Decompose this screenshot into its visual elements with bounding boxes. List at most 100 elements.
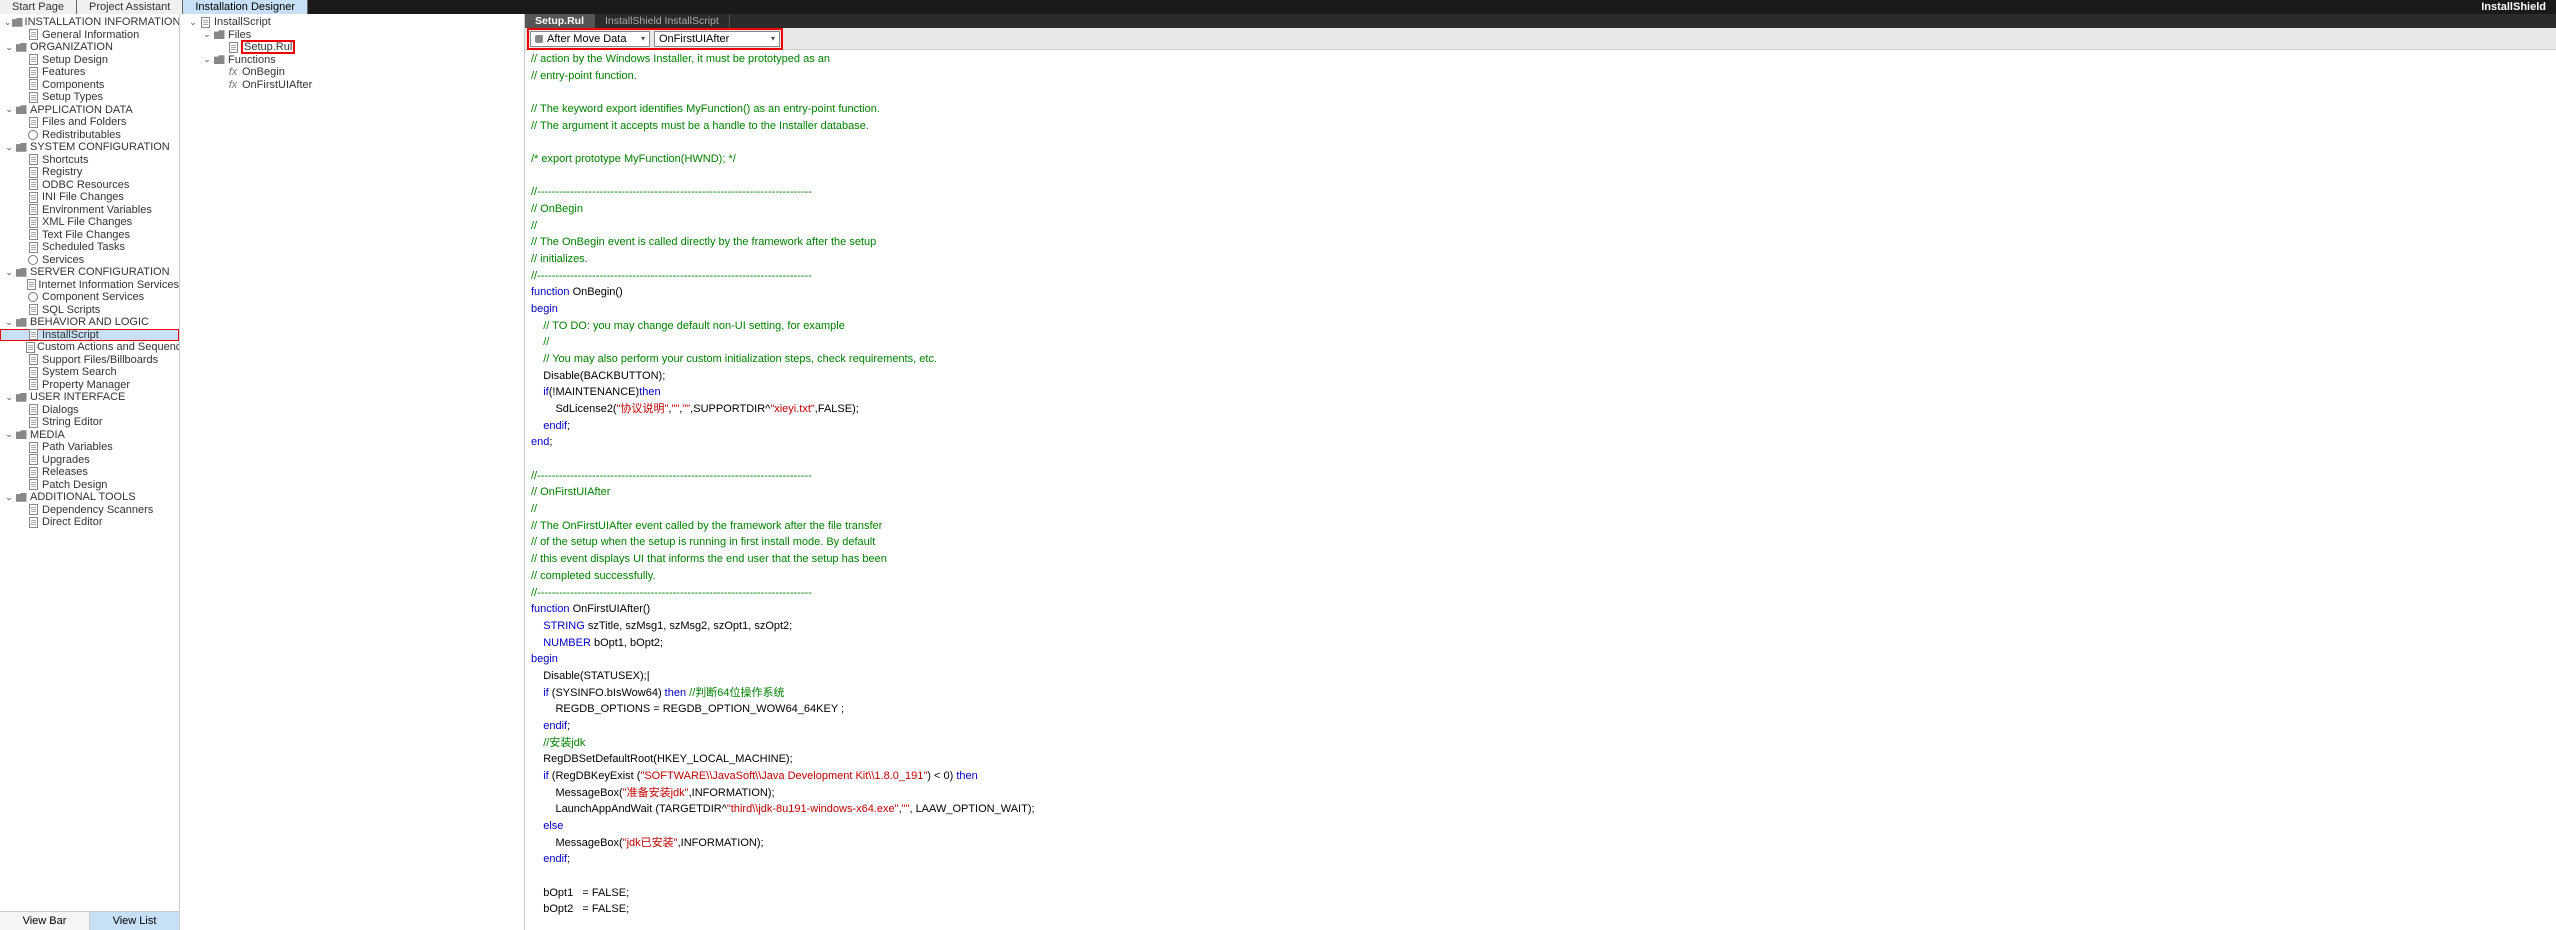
nav-item-ini-file-changes[interactable]: INI File Changes — [0, 191, 179, 204]
page-icon — [26, 504, 40, 515]
folder-icon — [212, 54, 226, 65]
nav-item-registry[interactable]: Registry — [0, 166, 179, 179]
nav-group-application-data[interactable]: ⌄APPLICATION DATA — [0, 104, 179, 117]
collapse-icon[interactable]: ⌄ — [4, 392, 14, 403]
nav-item-path-variables[interactable]: Path Variables — [0, 441, 179, 454]
nav-group-additional-tools[interactable]: ⌄ ADDITIONAL TOOLS — [0, 491, 179, 504]
nav-item-support-files-billboards[interactable]: Support Files/Billboards — [0, 354, 179, 367]
nav-item-custom-actions-and-sequences[interactable]: Custom Actions and Sequences — [0, 341, 179, 354]
nav-item-label: Services — [42, 254, 84, 266]
collapse-icon[interactable]: ⌄ — [4, 317, 14, 328]
main-tab-installation-designer[interactable]: Installation Designer — [183, 0, 308, 14]
nav-item-internet-information-services[interactable]: Internet Information Services — [0, 279, 179, 292]
nav-item-installscript[interactable]: InstallScript — [0, 329, 179, 342]
nav-item-scheduled-tasks[interactable]: Scheduled Tasks — [0, 241, 179, 254]
nav-item-patch-design[interactable]: Patch Design — [0, 479, 179, 492]
nav-item-label: Components — [42, 79, 104, 91]
function-icon: fx — [226, 67, 240, 78]
nav-item-system-search[interactable]: System Search — [0, 366, 179, 379]
nav-group-user-interface[interactable]: ⌄USER INTERFACE — [0, 391, 179, 404]
collapse-icon[interactable]: ⌄ — [4, 267, 14, 278]
nav-item-label: Property Manager — [42, 379, 130, 391]
collapse-icon[interactable]: ⌄ — [4, 429, 14, 440]
nav-item-string-editor[interactable]: String Editor — [0, 416, 179, 429]
group-label: MEDIA — [30, 429, 65, 441]
setup-rul-file[interactable]: Setup.Rul — [180, 41, 524, 54]
collapse-icon[interactable]: ⌄ — [202, 54, 212, 65]
page-icon — [26, 229, 40, 240]
nav-item-label: Upgrades — [42, 454, 90, 466]
nav-item-components[interactable]: Components — [0, 79, 179, 92]
event-category-dropdown[interactable]: After Move Data ▾ — [530, 31, 650, 47]
page-icon — [26, 354, 40, 365]
page-icon — [26, 442, 40, 453]
fn-onfirstuiafter[interactable]: fx OnFirstUIAfter — [180, 79, 524, 92]
nav-item-dialogs[interactable]: Dialogs — [0, 404, 179, 417]
nav-item-label: Component Services — [42, 291, 144, 303]
nav-item-component-services[interactable]: Component Services — [0, 291, 179, 304]
main-tab-start-page[interactable]: Start Page — [0, 0, 77, 14]
collapse-icon[interactable]: ⌄ — [4, 104, 14, 115]
nav-item-features[interactable]: Features — [0, 66, 179, 79]
nav-item-label: Dependency Scanners — [42, 504, 153, 516]
nav-item-text-file-changes[interactable]: Text File Changes — [0, 229, 179, 242]
nav-item-setup-types[interactable]: Setup Types — [0, 91, 179, 104]
event-selector-row: After Move Data ▾ OnFirstUIAfter ▾ — [525, 28, 2556, 50]
nav-item-releases[interactable]: Releases — [0, 466, 179, 479]
file-icon — [226, 42, 240, 53]
nav-item-xml-file-changes[interactable]: XML File Changes — [0, 216, 179, 229]
view-bar-button[interactable]: View Bar — [0, 912, 90, 930]
page-icon — [26, 454, 40, 465]
nav-item-label: Text File Changes — [42, 229, 130, 241]
nav-item-label: Setup Design — [42, 54, 108, 66]
nav-group-installation-information[interactable]: ⌄INSTALLATION INFORMATION — [0, 16, 179, 29]
code-editor[interactable]: // action by the Windows Installer, it m… — [525, 50, 2556, 930]
nav-item-general-information[interactable]: General Information — [0, 29, 179, 42]
nav-item-upgrades[interactable]: Upgrades — [0, 454, 179, 467]
nav-item-label: String Editor — [42, 416, 103, 428]
fn-onbegin[interactable]: fx OnBegin — [180, 66, 524, 79]
nav-group-system-configuration[interactable]: ⌄ SYSTEM CONFIGURATION — [0, 141, 179, 154]
event-name-dropdown[interactable]: OnFirstUIAfter ▾ — [654, 31, 780, 47]
folder-icon — [14, 42, 28, 53]
nav-group-server-configuration[interactable]: ⌄ SERVER CONFIGURATION — [0, 266, 179, 279]
nav-item-shortcuts[interactable]: Shortcuts — [0, 154, 179, 167]
group-label: ADDITIONAL TOOLS — [30, 491, 136, 503]
file-tab-setup-rul[interactable]: Setup.Rul — [525, 14, 595, 28]
nav-item-label: Redistributables — [42, 129, 121, 141]
nav-item-redistributables[interactable]: Redistributables — [0, 129, 179, 142]
nav-group-media[interactable]: ⌄ MEDIA — [0, 429, 179, 442]
nav-item-property-manager[interactable]: Property Manager — [0, 379, 179, 392]
nav-item-files-and-folders[interactable]: Files and Folders — [0, 116, 179, 129]
collapse-icon[interactable]: ⌄ — [4, 17, 12, 28]
nav-group-behavior-and-logic[interactable]: ⌄BEHAVIOR AND LOGIC — [0, 316, 179, 329]
chevron-down-icon: ▾ — [771, 34, 775, 43]
nav-item-label: Scheduled Tasks — [42, 241, 125, 253]
collapse-icon[interactable]: ⌄ — [202, 29, 212, 40]
nav-item-direct-editor[interactable]: Direct Editor — [0, 516, 179, 529]
files-folder[interactable]: ⌄ Files — [180, 29, 524, 42]
nav-item-dependency-scanners[interactable]: Dependency Scanners — [0, 504, 179, 517]
page-icon — [26, 154, 40, 165]
collapse-icon[interactable]: ⌄ — [188, 17, 198, 28]
setup-rul-label: Setup.Rul — [242, 41, 294, 53]
main-tab-project-assistant[interactable]: Project Assistant — [77, 0, 183, 14]
page-icon — [26, 417, 40, 428]
nav-item-odbc-resources[interactable]: ODBC Resources — [0, 179, 179, 192]
page-icon — [26, 67, 40, 78]
view-list-button[interactable]: View List — [90, 912, 179, 930]
collapse-icon[interactable]: ⌄ — [4, 142, 14, 153]
group-label: SYSTEM CONFIGURATION — [30, 141, 170, 153]
script-root[interactable]: ⌄ InstallScript — [180, 16, 524, 29]
file-tabs: Setup.Rul InstallShield InstallScript — [525, 14, 2556, 28]
collapse-icon[interactable]: ⌄ — [4, 42, 14, 53]
nav-item-environment-variables[interactable]: Environment Variables — [0, 204, 179, 217]
nav-group-organization[interactable]: ⌄ORGANIZATION — [0, 41, 179, 54]
nav-item-label: Environment Variables — [42, 204, 152, 216]
nav-item-services[interactable]: Services — [0, 254, 179, 267]
nav-item-setup-design[interactable]: Setup Design — [0, 54, 179, 67]
nav-item-sql-scripts[interactable]: SQL Scripts — [0, 304, 179, 317]
group-label: SERVER CONFIGURATION — [30, 266, 170, 278]
collapse-icon[interactable]: ⌄ — [4, 492, 14, 503]
functions-folder[interactable]: ⌄ Functions — [180, 54, 524, 67]
